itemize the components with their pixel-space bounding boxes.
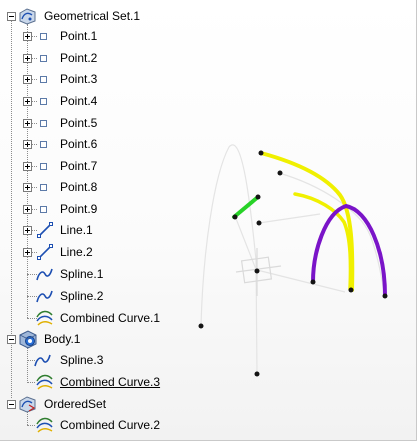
expand-toggle[interactable]	[23, 97, 32, 106]
tree-label: Point.8	[60, 180, 98, 194]
point-icon	[40, 98, 47, 105]
tree-label: Line.1	[60, 223, 93, 237]
expand-toggle[interactable]	[23, 32, 32, 41]
spline-icon	[34, 354, 51, 367]
expand-toggle[interactable]	[23, 140, 32, 149]
collapse-toggle[interactable]	[7, 400, 16, 409]
point-2[interactable]	[277, 170, 283, 176]
spline-icon	[36, 290, 53, 303]
spline-icon	[36, 268, 53, 281]
line-icon	[37, 244, 53, 260]
body-icon	[19, 330, 37, 349]
orderedset-branch-line	[27, 411, 28, 425]
yellow-curve-top[interactable]	[259, 151, 355, 292]
tree-label: Point.4	[60, 94, 98, 108]
expand-toggle[interactable]	[23, 162, 32, 171]
construction-line-1	[258, 213, 321, 224]
expand-toggle[interactable]	[23, 119, 32, 128]
point-icon	[40, 76, 47, 83]
expand-toggle[interactable]	[23, 205, 32, 214]
expand-toggle[interactable]	[23, 183, 32, 192]
point-icon	[40, 184, 47, 191]
tree-label: Body.1	[44, 332, 81, 346]
tree-label: Point.9	[60, 202, 98, 216]
body-branch-line	[27, 347, 28, 381]
tree-label: Line.2	[60, 245, 93, 259]
expand-toggle[interactable]	[23, 226, 32, 235]
tree-label: Spline.1	[60, 267, 104, 281]
collapse-toggle[interactable]	[7, 12, 16, 21]
tree-label: Point.5	[60, 116, 98, 130]
tree-label: Point.1	[60, 29, 98, 43]
expand-toggle[interactable]	[23, 54, 32, 63]
geometrical-set-icon	[19, 8, 36, 25]
tree-label: Spline.3	[60, 353, 104, 367]
point-icon	[40, 141, 47, 148]
point-icon	[40, 120, 47, 127]
point-8[interactable]	[348, 287, 354, 293]
ordered-geometrical-set-icon	[19, 396, 36, 413]
tree-label: Geometrical Set.1	[44, 9, 141, 23]
tree-label: Combined Curve.3	[60, 375, 161, 389]
collapse-toggle[interactable]	[7, 335, 16, 344]
tree-connector	[27, 382, 35, 383]
tree-label: Point.3	[60, 72, 98, 86]
point-icon	[40, 55, 47, 62]
point-icon	[40, 163, 47, 170]
3d-viewport[interactable]: Geometrical Set.1 Point.1 Point.2 Point.…	[0, 0, 417, 441]
specification-tree: Geometrical Set.1 Point.1 Point.2 Point.…	[0, 0, 260, 441]
combined-curve-icon	[36, 417, 53, 433]
expand-toggle[interactable]	[23, 75, 32, 84]
tree-label: Spline.2	[60, 289, 104, 303]
point-9[interactable]	[382, 293, 388, 299]
tree-label: OrderedSet	[44, 397, 107, 411]
point-icon	[40, 206, 47, 213]
tree-label: Point.7	[60, 159, 98, 173]
line-icon	[37, 222, 53, 238]
expand-toggle[interactable]	[23, 248, 32, 257]
tree-label: Point.2	[60, 51, 98, 65]
tree-label: Combined Curve.2	[60, 418, 161, 432]
combined-curve-icon	[36, 310, 53, 326]
tree-label: Point.6	[60, 137, 98, 151]
tree-connector	[27, 425, 35, 426]
combined-curve-icon	[36, 374, 53, 390]
point-7[interactable]	[310, 279, 316, 285]
point-icon	[40, 33, 47, 40]
tree-label: Combined Curve.1	[60, 311, 161, 325]
